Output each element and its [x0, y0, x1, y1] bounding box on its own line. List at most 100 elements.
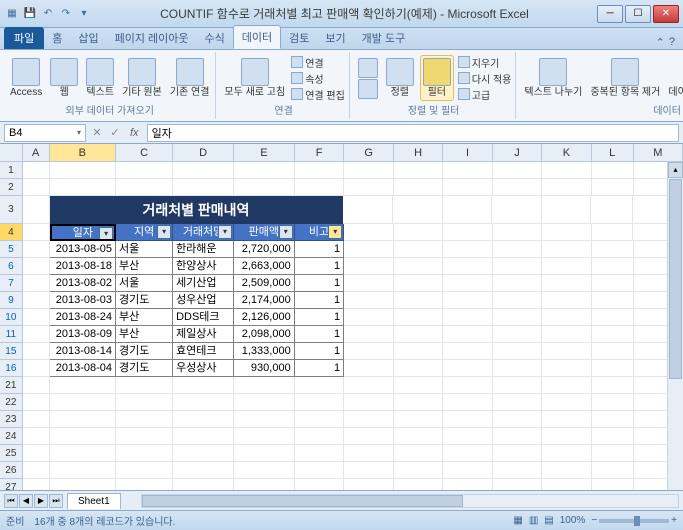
table-cell[interactable]: 효연테크 — [173, 343, 234, 360]
table-cell[interactable]: 부산 — [116, 326, 173, 343]
cell[interactable] — [50, 445, 116, 462]
cell[interactable] — [23, 309, 50, 326]
table-cell[interactable]: DDS테크 — [173, 309, 234, 326]
col-header-J[interactable]: J — [493, 144, 542, 161]
cell[interactable] — [592, 479, 634, 490]
cell[interactable] — [23, 445, 50, 462]
table-cell[interactable]: 경기도 — [116, 343, 173, 360]
cell[interactable] — [542, 377, 591, 394]
col-header-E[interactable]: E — [234, 144, 295, 161]
cell[interactable] — [50, 394, 116, 411]
cell[interactable] — [23, 196, 50, 224]
cell[interactable] — [592, 224, 634, 241]
cell[interactable] — [23, 224, 50, 241]
save-icon[interactable]: 💾 — [22, 6, 38, 22]
cell[interactable] — [394, 411, 443, 428]
data-validation-button[interactable]: 데이터 유효성 검사 — [666, 56, 683, 100]
cell[interactable] — [592, 241, 634, 258]
cell[interactable] — [542, 196, 592, 224]
qat-dropdown-icon[interactable]: ▾ — [76, 6, 92, 22]
cell[interactable] — [116, 411, 173, 428]
table-cell[interactable]: 1 — [295, 275, 344, 292]
nav-prev-icon[interactable]: ◀ — [19, 494, 33, 508]
cell[interactable] — [173, 445, 234, 462]
cell[interactable] — [295, 479, 344, 490]
cell[interactable] — [234, 411, 295, 428]
table-header[interactable]: 일자▾ — [50, 224, 117, 241]
cell[interactable] — [394, 360, 443, 377]
scroll-up-icon[interactable]: ▴ — [668, 162, 683, 178]
table-cell[interactable]: 1 — [295, 309, 344, 326]
cell[interactable] — [394, 258, 443, 275]
cell[interactable] — [344, 462, 393, 479]
cell[interactable] — [394, 479, 443, 490]
from-text-button[interactable]: 텍스트 — [84, 56, 116, 100]
cell[interactable] — [443, 343, 492, 360]
cell[interactable] — [542, 360, 591, 377]
cell[interactable] — [394, 326, 443, 343]
row-header[interactable]: 10 — [0, 309, 23, 326]
cell[interactable] — [592, 411, 634, 428]
cell[interactable] — [493, 258, 542, 275]
col-header-K[interactable]: K — [542, 144, 591, 161]
cell[interactable] — [394, 309, 443, 326]
cell[interactable] — [443, 377, 492, 394]
cell[interactable] — [234, 462, 295, 479]
table-cell[interactable]: 930,000 — [234, 360, 295, 377]
cell[interactable] — [493, 275, 542, 292]
filter-dropdown-icon[interactable]: ▾ — [328, 225, 342, 239]
row-header[interactable]: 24 — [0, 428, 23, 445]
cell[interactable] — [493, 179, 542, 196]
cell[interactable] — [295, 411, 344, 428]
table-cell[interactable]: 2,509,000 — [234, 275, 295, 292]
zoom-in-icon[interactable]: + — [671, 515, 677, 526]
cell[interactable] — [592, 462, 634, 479]
cell[interactable] — [50, 428, 116, 445]
cell[interactable] — [116, 394, 173, 411]
cell[interactable] — [542, 179, 591, 196]
table-cell[interactable]: 2013-08-03 — [50, 292, 116, 309]
filter-dropdown-icon[interactable]: ▾ — [218, 225, 232, 239]
cell[interactable] — [493, 292, 542, 309]
table-cell[interactable]: 2013-08-05 — [50, 241, 116, 258]
cell[interactable] — [234, 394, 295, 411]
table-cell[interactable]: 2,126,000 — [234, 309, 295, 326]
cell[interactable] — [542, 309, 591, 326]
row-header[interactable]: 26 — [0, 462, 23, 479]
sort-button[interactable]: 정렬 — [384, 56, 416, 100]
table-cell[interactable]: 부산 — [116, 258, 173, 275]
sheet-tab-sheet1[interactable]: Sheet1 — [67, 493, 121, 509]
table-cell[interactable]: 1 — [295, 241, 344, 258]
tab-view[interactable]: 보기 — [317, 27, 353, 49]
cell[interactable] — [50, 377, 116, 394]
cell[interactable] — [493, 411, 542, 428]
table-cell[interactable]: 세기산업 — [173, 275, 234, 292]
row-header[interactable]: 1 — [0, 162, 23, 179]
cell[interactable] — [344, 275, 393, 292]
cell[interactable] — [443, 292, 492, 309]
cell[interactable] — [542, 462, 591, 479]
cell[interactable] — [116, 179, 173, 196]
table-cell[interactable]: 부산 — [116, 309, 173, 326]
cell[interactable] — [592, 162, 634, 179]
cell[interactable] — [234, 377, 295, 394]
cell[interactable] — [344, 394, 393, 411]
zoom-out-icon[interactable]: − — [591, 515, 597, 526]
minimize-ribbon-icon[interactable]: ⌃ — [656, 36, 665, 49]
cell[interactable] — [592, 292, 634, 309]
row-header[interactable]: 21 — [0, 377, 23, 394]
table-cell[interactable]: 2,174,000 — [234, 292, 295, 309]
table-cell[interactable]: 2013-08-09 — [50, 326, 116, 343]
cell[interactable] — [443, 428, 492, 445]
table-cell[interactable]: 한라해운 — [173, 241, 234, 258]
table-cell[interactable]: 2013-08-24 — [50, 309, 116, 326]
cell[interactable] — [173, 179, 234, 196]
cell[interactable] — [493, 479, 542, 490]
cell[interactable] — [23, 462, 50, 479]
cell[interactable] — [343, 196, 393, 224]
maximize-button[interactable]: ☐ — [625, 5, 651, 23]
cell[interactable] — [173, 162, 234, 179]
cell[interactable] — [493, 428, 542, 445]
cell[interactable] — [443, 162, 492, 179]
cell[interactable] — [443, 224, 492, 241]
